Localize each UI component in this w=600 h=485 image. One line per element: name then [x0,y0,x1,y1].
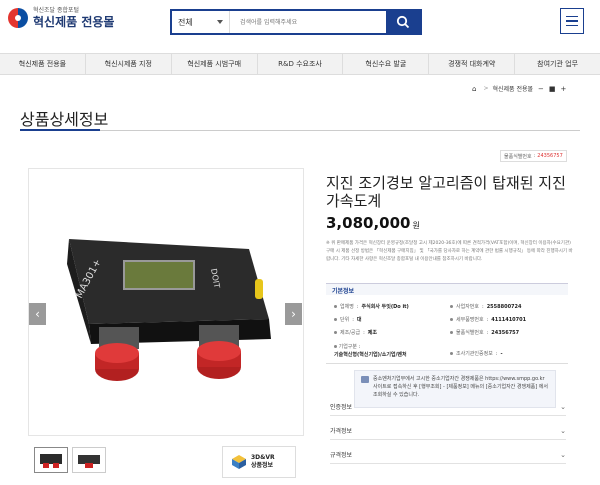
logo-title: 혁신제품 전용몰 [33,15,115,29]
info-icon [361,376,369,383]
nav-item[interactable]: 혁신수요 발굴 [343,54,430,74]
logo-subtitle: 혁신조달 종합포털 [33,7,80,14]
accordion-cert-info[interactable]: 인증정보 ⌄ [330,398,566,416]
3d-vr-sublabel: 상품정보 [251,462,274,469]
product-image: MA301+ DOIT [67,239,271,381]
square-icon[interactable]: ■ [549,85,556,93]
3d-box-icon [232,455,246,469]
main-nav: 혁신제품 전용몰 혁신시제품 지정 혁신제품 시범구매 R&D 수요조사 혁신수… [0,53,600,75]
search-icon [396,15,410,29]
basic-info-heading: 기본정보 [326,283,568,295]
divider-accent [20,129,100,131]
spec-item: 물품식별번호:24356757 [450,329,519,336]
logo[interactable]: 혁신조달 종합포털 혁신제품 전용몰 [8,8,114,28]
next-image-button[interactable]: › [285,303,302,325]
spec-item: 세부품명번호:4111410701 [450,316,526,323]
breadcrumb: ⌂ > 혁신제품 전용몰 − ■ + [472,84,567,94]
spec-item: 조사기관인증정보: - [450,350,503,357]
prev-image-button[interactable]: ‹ [29,303,46,325]
accordion-spec-info[interactable]: 규격정보 ⌄ [330,446,566,464]
price-notice: ※ 위 판매제품 가격은 혁신장터 운영규정(조달청 고시 제2020-36호)… [326,241,573,262]
search-button[interactable] [386,11,420,33]
3d-vr-button[interactable]: 3D&VR 상품정보 [222,446,296,478]
nav-item[interactable]: R&D 수요조사 [258,54,344,74]
item-id-badge: 물품식별번호: 24356757 [500,150,567,162]
minus-icon[interactable]: − [538,85,544,93]
page-title: 상품상세정보 [20,110,109,129]
3d-vr-label: 3D&VR [251,454,275,462]
divider [20,130,580,131]
thumbnail-strip [34,447,106,473]
product-title: 지진 조기경보 알고리즘이 탑재된 지진가속도계 [326,174,566,210]
product-image-frame: MA301+ DOIT [28,168,304,436]
search-input[interactable] [230,11,386,33]
search-bar: 전체 [170,9,422,35]
breadcrumb-current[interactable]: 혁신제품 전용몰 [492,84,533,93]
product-thumbnail-image [78,455,100,468]
thumbnail[interactable] [72,447,106,473]
spec-item: 제조/공급: 제조 [334,329,377,336]
hamburger-menu-icon[interactable] [560,8,584,34]
thumbnail[interactable] [34,447,68,473]
product-price: 3,080,000 원 [326,214,420,232]
home-icon[interactable]: ⌂ [472,85,476,93]
spec-item: 기업구분 : 기술혁신형(혁신기업)/소기업/벤처 [334,344,407,358]
nav-item[interactable]: 혁신시제품 지정 [86,54,172,74]
spec-item: 단위: 대 [334,316,362,323]
accordion-price-info[interactable]: 가격정보 ⌄ [330,422,566,440]
chevron-right-icon: › [291,307,296,321]
nav-item[interactable]: 경쟁적 대화계약 [429,54,516,74]
nav-item[interactable]: 혁신제품 전용몰 [0,54,86,74]
chevron-down-icon: ⌄ [560,402,566,411]
site-header: 혁신조달 종합포털 혁신제품 전용몰 전체 [0,0,600,48]
divider [326,363,568,364]
spec-item: 업체명: 주식회사 두잇(Do it) [334,303,409,310]
search-category-select[interactable]: 전체 [172,11,230,33]
nav-item[interactable]: 참여기관 업무 [515,54,600,74]
chevron-down-icon: ⌄ [560,450,566,459]
chevron-left-icon: ‹ [35,307,40,321]
product-thumbnail-image [40,454,62,468]
nav-item[interactable]: 혁신제품 시범구매 [172,54,258,74]
chevron-down-icon: ⌄ [560,426,566,435]
spec-item: 사업자번호:2558800724 [450,303,522,310]
plus-icon[interactable]: + [561,85,567,93]
chevron-down-icon [217,20,223,24]
taegeuk-logo-icon [8,8,28,28]
